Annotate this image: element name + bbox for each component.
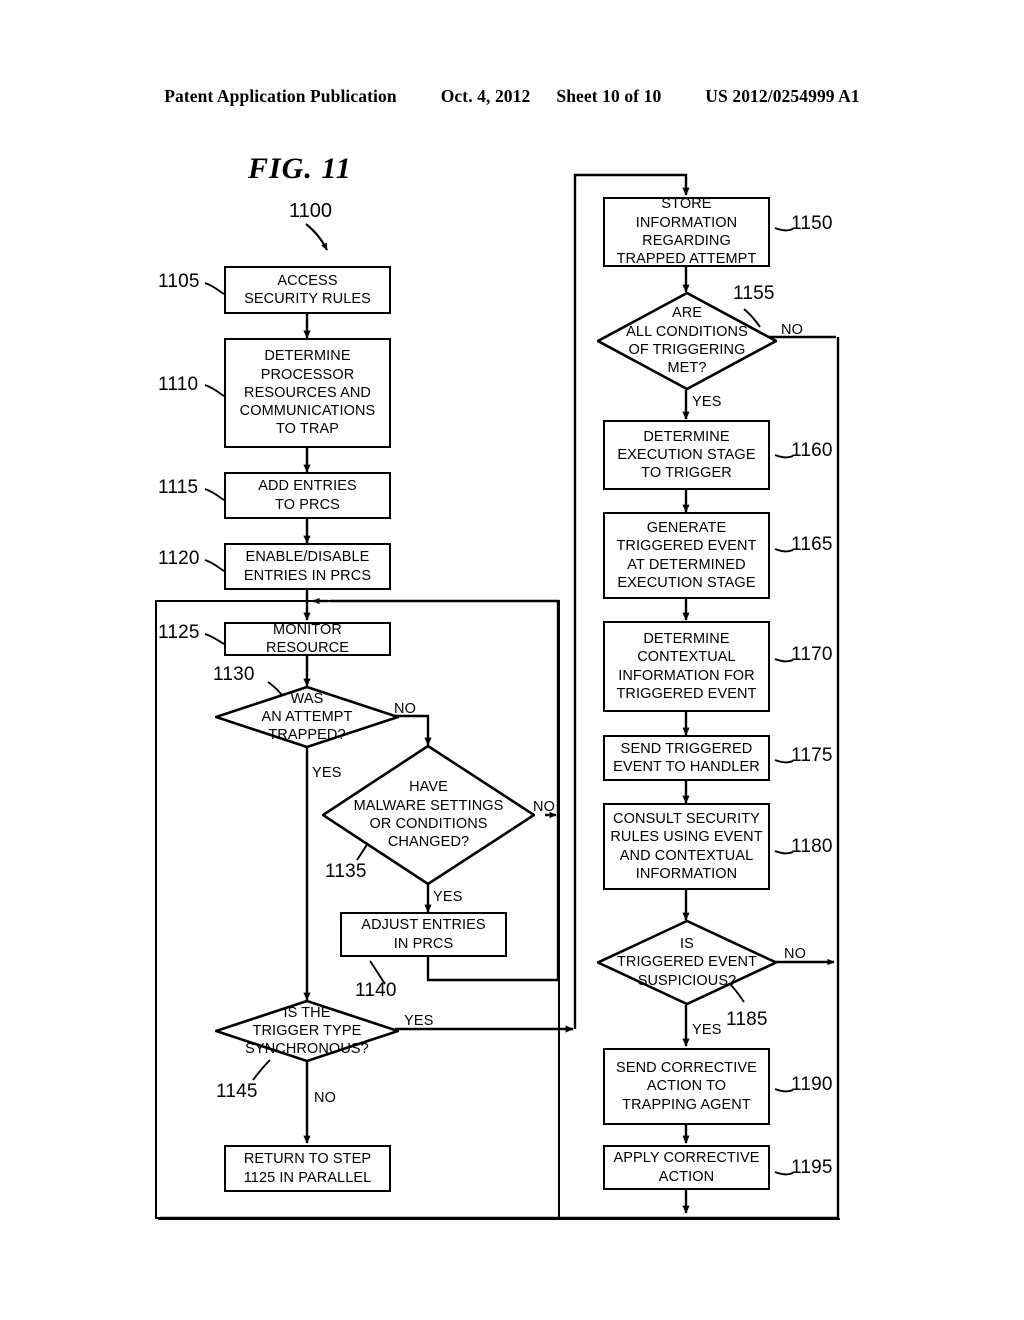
node-1125[interactable]: MONITOR RESOURCE	[224, 622, 391, 656]
node-1115[interactable]: ADD ENTRIES TO PRCS	[224, 472, 391, 519]
node-1105[interactable]: ACCESS SECURITY RULES	[224, 266, 391, 314]
outer-flow-group	[158, 1216, 840, 1220]
node-1185[interactable]: IS TRIGGERED EVENT SUSPICIOUS?	[597, 920, 777, 1005]
node-1170-label: DETERMINE CONTEXTUAL INFORMATION FOR TRI…	[616, 630, 757, 702]
branch-1185-yes: YES	[692, 1022, 722, 1038]
node-1130[interactable]: WAS AN ATTEMPT TRAPPED?	[215, 686, 399, 748]
node-1160-label: DETERMINE EXECUTION STAGE TO TRIGGER	[617, 428, 756, 482]
node-1180[interactable]: CONSULT SECURITY RULES USING EVENT AND C…	[603, 803, 770, 890]
ref-1165: 1165	[791, 534, 833, 555]
ref-1120: 1120	[158, 548, 200, 569]
branch-1185-no: NO	[784, 946, 807, 962]
branch-1130-no: NO	[394, 701, 417, 717]
ref-1190: 1190	[791, 1074, 833, 1095]
node-1195[interactable]: APPLY CORRECTIVE ACTION	[603, 1145, 770, 1190]
ref-1175: 1175	[791, 745, 833, 766]
ref-1155: 1155	[733, 283, 775, 304]
node-1155-label: ARE ALL CONDITIONS OF TRIGGERING MET?	[626, 305, 748, 377]
node-1190[interactable]: SEND CORRECTIVE ACTION TO TRAPPING AGENT	[603, 1048, 770, 1125]
node-1165-label: GENERATE TRIGGERED EVENT AT DETERMINED E…	[616, 519, 757, 591]
node-1175[interactable]: SEND TRIGGERED EVENT TO HANDLER	[603, 735, 770, 781]
node-1140-label: ADJUST ENTRIES IN PRCS	[361, 917, 486, 952]
branch-1155-yes: YES	[692, 394, 722, 410]
node-1195-label: APPLY CORRECTIVE ACTION	[613, 1150, 760, 1185]
ref-1160: 1160	[791, 440, 833, 461]
node-1145[interactable]: IS THE TRIGGER TYPE SYNCHRONOUS?	[215, 1000, 399, 1062]
node-1150-label: STORE INFORMATION REGARDING TRAPPED ATTE…	[616, 196, 757, 268]
node-1105-label: ACCESS SECURITY RULES	[244, 272, 371, 307]
node-1165[interactable]: GENERATE TRIGGERED EVENT AT DETERMINED E…	[603, 512, 770, 599]
ref-1195: 1195	[791, 1157, 833, 1178]
node-1115-label: ADD ENTRIES TO PRCS	[258, 478, 357, 513]
ref-1185: 1185	[726, 1009, 768, 1030]
node-1130-label: WAS AN ATTEMPT TRAPPED?	[261, 690, 353, 744]
ref-1140: 1140	[355, 980, 397, 1001]
ref-1180: 1180	[791, 836, 833, 857]
branch-1155-no: NO	[781, 322, 804, 338]
ref-1170: 1170	[791, 644, 833, 665]
ref-1125: 1125	[158, 622, 200, 643]
node-1140[interactable]: ADJUST ENTRIES IN PRCS	[340, 912, 507, 957]
node-1185-label: IS TRIGGERED EVENT SUSPICIOUS?	[616, 936, 758, 989]
node-1190-label: SEND CORRECTIVE ACTION TO TRAPPING AGENT	[616, 1060, 757, 1113]
node-1110[interactable]: DETERMINE PROCESSOR RESOURCES AND COMMUN…	[224, 338, 391, 448]
node-1160[interactable]: DETERMINE EXECUTION STAGE TO TRIGGER	[603, 420, 770, 490]
node-1180-label: CONSULT SECURITY RULES USING EVENT AND C…	[610, 810, 763, 882]
node-1125-label: MONITOR RESOURCE	[266, 621, 349, 656]
branch-1135-yes: YES	[433, 889, 463, 905]
node-1135-label: HAVE MALWARE SETTINGS OR CONDITIONS CHAN…	[353, 779, 504, 851]
node-return-label: RETURN TO STEP 1125 IN PARALLEL	[243, 1151, 372, 1186]
node-1145-label: IS THE TRIGGER TYPE SYNCHRONOUS?	[245, 1004, 369, 1058]
ref-1105: 1105	[158, 271, 200, 292]
node-return-to-step[interactable]: RETURN TO STEP 1125 IN PARALLEL	[224, 1145, 391, 1192]
node-1175-label: SEND TRIGGERED EVENT TO HANDLER	[613, 740, 760, 775]
branch-1135-no: NO	[533, 799, 556, 815]
ref-1130: 1130	[213, 664, 255, 685]
node-1120-label: ENABLE/DISABLE ENTRIES IN PRCS	[243, 549, 372, 584]
ref-1115: 1115	[158, 477, 199, 498]
ref-1135: 1135	[325, 861, 367, 882]
patent-drawing-sheet: Patent Application Publication Oct. 4, 2…	[0, 0, 1024, 1320]
node-1120[interactable]: ENABLE/DISABLE ENTRIES IN PRCS	[224, 543, 391, 590]
node-1150[interactable]: STORE INFORMATION REGARDING TRAPPED ATTE…	[603, 196, 770, 268]
ref-1110: 1110	[158, 374, 199, 395]
ref-1145: 1145	[216, 1081, 258, 1102]
branch-1145-no: NO	[314, 1090, 337, 1106]
ref-1150: 1150	[791, 213, 833, 234]
node-1155[interactable]: ARE ALL CONDITIONS OF TRIGGERING MET?	[597, 292, 777, 390]
node-1110-label: DETERMINE PROCESSOR RESOURCES AND COMMUN…	[239, 348, 376, 438]
node-1170[interactable]: DETERMINE CONTEXTUAL INFORMATION FOR TRI…	[603, 621, 770, 712]
branch-1145-yes: YES	[404, 1013, 434, 1029]
